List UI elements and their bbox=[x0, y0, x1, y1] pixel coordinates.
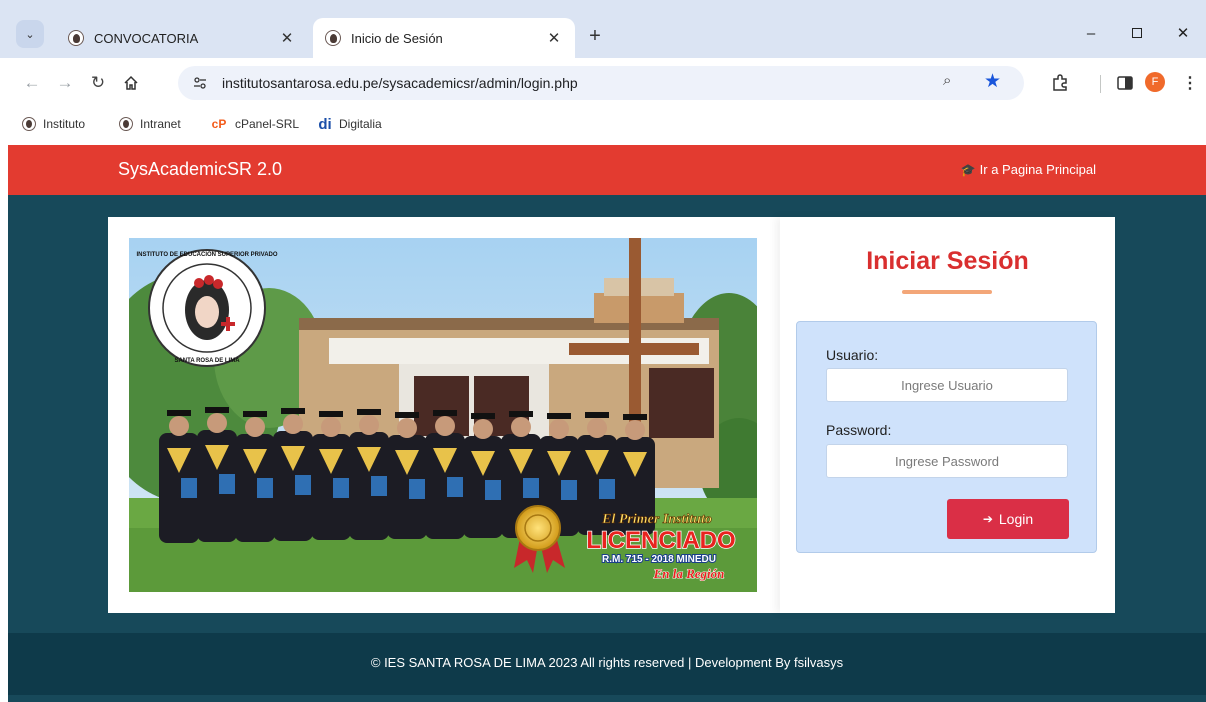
close-tab-icon[interactable]: ✕ bbox=[545, 29, 563, 47]
bookmark-digitalia[interactable]: di Digitalia bbox=[318, 115, 382, 133]
sign-in-icon: ➔ bbox=[982, 512, 993, 526]
svg-text:INSTITUTO DE EDUCACIÓN SUPERIO: INSTITUTO DE EDUCACIÓN SUPERIOR PRIVADO bbox=[136, 250, 277, 258]
toolbar-divider bbox=[1100, 75, 1101, 93]
password-label: Password: bbox=[826, 422, 892, 438]
arrow-left-icon: ← bbox=[23, 73, 41, 92]
url-text[interactable]: institutosantarosa.edu.pe/sysacademicsr/… bbox=[222, 75, 578, 91]
institute-favicon-icon bbox=[68, 30, 84, 46]
page-footer: © IES SANTA ROSA DE LIMA 2023 All rights… bbox=[8, 633, 1206, 695]
bookmark-instituto[interactable]: Instituto bbox=[22, 117, 85, 131]
site-info-button[interactable] bbox=[188, 71, 212, 95]
zoom-icon[interactable]: ⌕ bbox=[943, 72, 951, 89]
institute-favicon-icon bbox=[325, 30, 341, 46]
side-panel-icon bbox=[1117, 76, 1133, 90]
tab-title: Inicio de Sesión bbox=[351, 30, 443, 46]
new-tab-button[interactable]: + bbox=[582, 23, 608, 49]
arrow-right-icon: → bbox=[56, 73, 74, 92]
tab-convocatoria[interactable]: CONVOCATORIA ✕ bbox=[56, 18, 308, 58]
close-icon: ✕ bbox=[1176, 25, 1190, 42]
title-underline bbox=[902, 290, 992, 294]
home-link-label: Ir a Pagina Principal bbox=[979, 162, 1096, 177]
profile-avatar[interactable]: F bbox=[1145, 72, 1165, 92]
institute-favicon-icon bbox=[22, 117, 36, 131]
login-title: Iniciar Sesión bbox=[866, 247, 1029, 275]
more-vertical-icon: ⋮ bbox=[1182, 75, 1198, 92]
login-form: Usuario: Password: ➔ Login bbox=[796, 321, 1097, 553]
bookmarks-bar: Instituto Intranet cP cPanel-SRL di Digi… bbox=[0, 108, 1206, 144]
browser-toolbar: ← → ↻ institutosantarosa.edu.pe/sysacade… bbox=[0, 58, 1206, 108]
banner-line-1: El Primer Instituto bbox=[601, 512, 712, 527]
reload-icon: ↻ bbox=[90, 73, 106, 92]
tab-strip: ⌄ CONVOCATORIA ✕ Inicio de Sesión ✕ + – … bbox=[0, 0, 1206, 58]
cpanel-icon: cP bbox=[211, 117, 227, 131]
username-input[interactable] bbox=[826, 368, 1068, 402]
svg-text:SANTA ROSA DE LIMA: SANTA ROSA DE LIMA bbox=[174, 358, 240, 364]
extensions-button[interactable] bbox=[1048, 71, 1072, 95]
menu-button[interactable]: ⋮ bbox=[1178, 71, 1202, 95]
home-icon bbox=[124, 75, 138, 90]
brand-title[interactable]: SysAcademicSR 2.0 bbox=[118, 159, 282, 180]
banner-line-3: R.M. 715 - 2018 MINEDU bbox=[602, 554, 716, 565]
address-bar[interactable]: institutosantarosa.edu.pe/sysacademicsr/… bbox=[178, 66, 1024, 100]
password-input[interactable] bbox=[826, 444, 1068, 478]
minimize-icon: – bbox=[1086, 24, 1096, 42]
back-button[interactable]: ← bbox=[20, 71, 44, 95]
banner-line-2: LICENCIADO bbox=[586, 527, 735, 554]
tune-icon bbox=[194, 77, 206, 89]
close-tab-icon[interactable]: ✕ bbox=[278, 29, 296, 47]
side-panel-button[interactable] bbox=[1113, 71, 1137, 95]
bookmark-label: Digitalia bbox=[339, 117, 382, 131]
bookmark-cpanel[interactable]: cP cPanel-SRL bbox=[210, 117, 299, 131]
maximize-icon bbox=[1132, 28, 1142, 38]
tab-title: CONVOCATORIA bbox=[94, 30, 199, 46]
puzzle-icon bbox=[1053, 74, 1067, 91]
forward-button[interactable]: → bbox=[53, 71, 77, 95]
close-window-button[interactable]: ✕ bbox=[1160, 18, 1206, 48]
reload-button[interactable]: ↻ bbox=[86, 71, 110, 95]
digitalia-icon: di bbox=[318, 115, 332, 133]
bookmark-label: cPanel-SRL bbox=[235, 117, 300, 131]
footer-text: © IES SANTA ROSA DE LIMA 2023 All rights… bbox=[370, 655, 844, 670]
bookmark-intranet[interactable]: Intranet bbox=[119, 117, 181, 131]
username-label: Usuario: bbox=[826, 347, 879, 363]
graduation-photo: INSTITUTO DE EDUCACIÓN SUPERIOR PRIVADO … bbox=[129, 238, 757, 592]
tab-inicio-de-sesion[interactable]: Inicio de Sesión ✕ bbox=[313, 18, 575, 58]
login-button[interactable]: ➔ Login bbox=[947, 499, 1069, 539]
graduation-illustration: INSTITUTO DE EDUCACIÓN SUPERIOR PRIVADO … bbox=[129, 238, 757, 592]
login-card: INSTITUTO DE EDUCACIÓN SUPERIOR PRIVADO … bbox=[108, 217, 1115, 613]
app-header: SysAcademicSR 2.0 🎓 Ir a Pagina Principa… bbox=[8, 145, 1206, 195]
home-button[interactable] bbox=[119, 71, 143, 95]
bookmark-label: Instituto bbox=[43, 117, 86, 131]
graduation-cap-icon: 🎓 bbox=[960, 162, 976, 177]
bookmark-label: Intranet bbox=[140, 117, 181, 131]
login-button-label: Login bbox=[998, 511, 1034, 527]
plus-icon: + bbox=[589, 24, 601, 47]
maximize-button[interactable] bbox=[1114, 18, 1160, 48]
tab-search-button[interactable]: ⌄ bbox=[16, 20, 44, 48]
home-link[interactable]: 🎓 Ir a Pagina Principal bbox=[961, 162, 1096, 177]
bookmark-star-icon[interactable]: ★ bbox=[984, 70, 1001, 93]
minimize-button[interactable]: – bbox=[1068, 18, 1114, 48]
page-content: SysAcademicSR 2.0 🎓 Ir a Pagina Principa… bbox=[8, 145, 1206, 702]
login-panel: Iniciar Sesión Usuario: Password: ➔ Logi… bbox=[780, 217, 1115, 613]
banner-line-4: En la Región bbox=[653, 566, 725, 581]
chevron-down-icon: ⌄ bbox=[25, 28, 35, 41]
institute-favicon-icon bbox=[119, 117, 133, 131]
